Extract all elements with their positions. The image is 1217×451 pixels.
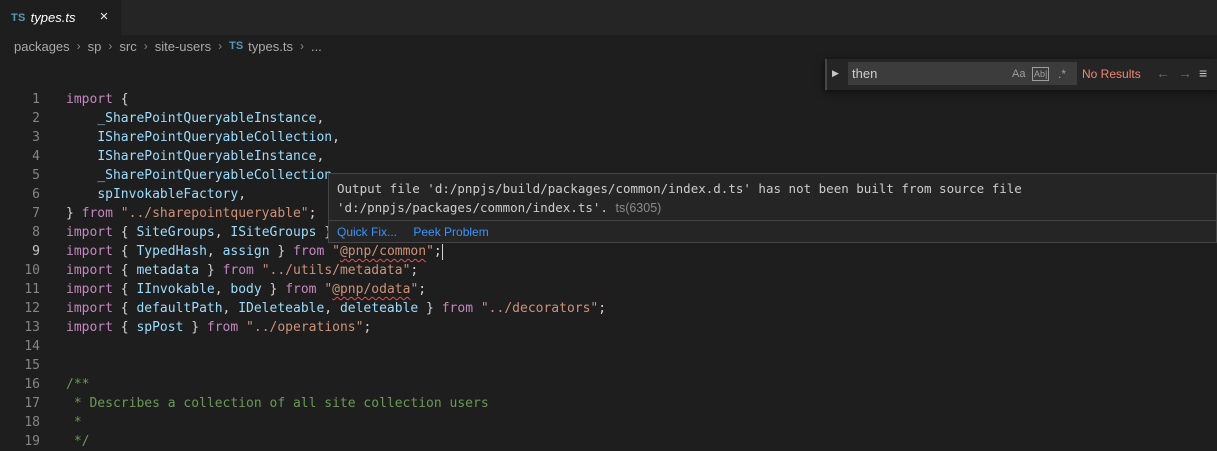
line-content[interactable]: * (66, 413, 82, 432)
breadcrumb-types-ts[interactable]: types.ts (248, 39, 293, 54)
line-number: 18 (24, 415, 40, 430)
line-number: 13 (24, 320, 40, 335)
code-line: 17 * Describes a collection of all site … (0, 394, 1217, 413)
code-line: 13 import { spPost } from "../operations… (0, 318, 1217, 337)
typescript-file-icon: TS (11, 11, 26, 24)
line-content[interactable]: * Describes a collection of all site col… (66, 394, 489, 413)
line-number: 6 (32, 187, 40, 202)
line-number: 4 (32, 149, 40, 164)
find-widget: ▶ Aa Ab| .* No Results ← → ≡ (825, 59, 1217, 90)
line-content[interactable]: _SharePointQueryableCollection (66, 166, 332, 185)
chevron-right-icon: › (76, 39, 81, 53)
close-icon[interactable]: × (97, 9, 111, 25)
line-number: 11 (24, 282, 40, 297)
code-line: 2 _SharePointQueryableInstance, (0, 109, 1217, 128)
chevron-right-icon: › (299, 39, 304, 53)
line-number: 3 (32, 130, 40, 145)
code-line: 3 ISharePointQueryableCollection, (0, 128, 1217, 147)
line-number: 19 (24, 434, 40, 449)
arrow-up-icon[interactable]: ← (1156, 65, 1170, 81)
code-line: 19 */ (0, 432, 1217, 451)
line-number: 15 (24, 358, 40, 373)
regex-icon[interactable]: .* (1058, 67, 1066, 81)
arrow-down-icon[interactable]: → (1178, 65, 1192, 81)
chevron-right-icon: › (108, 39, 113, 53)
hover-message: Output file 'd:/pnpjs/build/packages/com… (337, 179, 1022, 218)
breadcrumb-packages[interactable]: packages (14, 39, 70, 54)
error-code: ts(6305) (615, 201, 662, 215)
tab-types-ts[interactable]: TS types.ts × (0, 0, 121, 35)
line-content[interactable]: _SharePointQueryableInstance, (66, 109, 324, 128)
code-line: 9 import { TypedHash, assign } from "@pn… (0, 242, 1217, 261)
typescript-file-icon: TS (229, 40, 244, 52)
line-number: 12 (24, 301, 40, 316)
line-content[interactable]: import { TypedHash, assign } from "@pnp/… (66, 242, 443, 261)
code-line: 18 * (0, 413, 1217, 432)
line-content[interactable]: */ (66, 432, 90, 451)
line-number: 10 (24, 263, 40, 278)
line-number: 9 (32, 244, 40, 259)
line-number: 1 (32, 92, 40, 107)
quick-fix-link[interactable]: Quick Fix... (337, 225, 397, 239)
line-number: 2 (32, 111, 40, 126)
line-number: 7 (32, 206, 40, 221)
code-line: 15 (0, 356, 1217, 375)
line-content[interactable]: import { IInvokable, body } from "@pnp/o… (66, 280, 426, 299)
chevron-right-icon: › (143, 39, 148, 53)
line-number: 17 (24, 396, 40, 411)
chevron-right-icon: › (218, 39, 223, 53)
breadcrumb-src[interactable]: src (119, 39, 136, 54)
line-content[interactable]: import { SiteGroups, ISiteGroups } (66, 223, 332, 242)
line-content[interactable]: import { (66, 90, 129, 109)
line-content[interactable]: import { metadata } from "../utils/metad… (66, 261, 418, 280)
breadcrumb-sp[interactable]: sp (88, 39, 102, 54)
match-whole-word-icon[interactable]: Ab| (1032, 67, 1050, 81)
breadcrumb-symbols[interactable]: ... (311, 39, 322, 54)
code-line: 1 import { (0, 90, 1217, 109)
code-line: 12 import { defaultPath, IDeleteable, de… (0, 299, 1217, 318)
find-status: No Results (1082, 67, 1141, 81)
line-content[interactable]: spInvokableFactory, (66, 185, 246, 204)
peek-problem-link[interactable]: Peek Problem (413, 225, 488, 239)
code-editor[interactable]: 1 import { 2 _SharePointQueryableInstanc… (0, 90, 1217, 449)
hover-message-line2: 'd:/pnpjs/packages/common/index.ts'. (337, 200, 608, 215)
toggle-replace-icon[interactable]: ▶ (832, 68, 842, 80)
divider (329, 220, 1216, 221)
code-line: 16 /** (0, 375, 1217, 394)
text-cursor (441, 243, 443, 260)
tab-bar: TS types.ts × (0, 0, 1217, 35)
match-case-icon[interactable]: Aa (1012, 67, 1025, 81)
code-line: 10 import { metadata } from "../utils/me… (0, 261, 1217, 280)
line-content[interactable]: import { spPost } from "../operations"; (66, 318, 371, 337)
breadcrumb-site-users[interactable]: site-users (155, 39, 211, 54)
line-content[interactable]: ISharePointQueryableCollection, (66, 128, 340, 147)
hover-actions: Quick Fix... Peek Problem (337, 225, 502, 239)
line-content[interactable]: } from "../sharepointqueryable"; (66, 204, 316, 223)
line-number: 5 (32, 168, 40, 183)
line-content[interactable]: import { defaultPath, IDeleteable, delet… (66, 299, 606, 318)
problem-hover: Output file 'd:/pnpjs/build/packages/com… (328, 173, 1217, 243)
line-number: 8 (32, 225, 40, 240)
code-line: 14 (0, 337, 1217, 356)
hover-message-line1: Output file 'd:/pnpjs/build/packages/com… (337, 181, 1022, 196)
find-in-selection-icon[interactable]: ≡ (1199, 65, 1207, 81)
breadcrumb: packages › sp › src › site-users › TS ty… (14, 36, 322, 56)
line-number: 16 (24, 377, 40, 392)
line-content[interactable]: /** (66, 375, 89, 394)
code-line: 11 import { IInvokable, body } from "@pn… (0, 280, 1217, 299)
line-number: 14 (24, 339, 40, 354)
code-line: 4 ISharePointQueryableInstance, (0, 147, 1217, 166)
tab-title: types.ts (30, 10, 76, 25)
line-content[interactable]: ISharePointQueryableInstance, (66, 147, 324, 166)
